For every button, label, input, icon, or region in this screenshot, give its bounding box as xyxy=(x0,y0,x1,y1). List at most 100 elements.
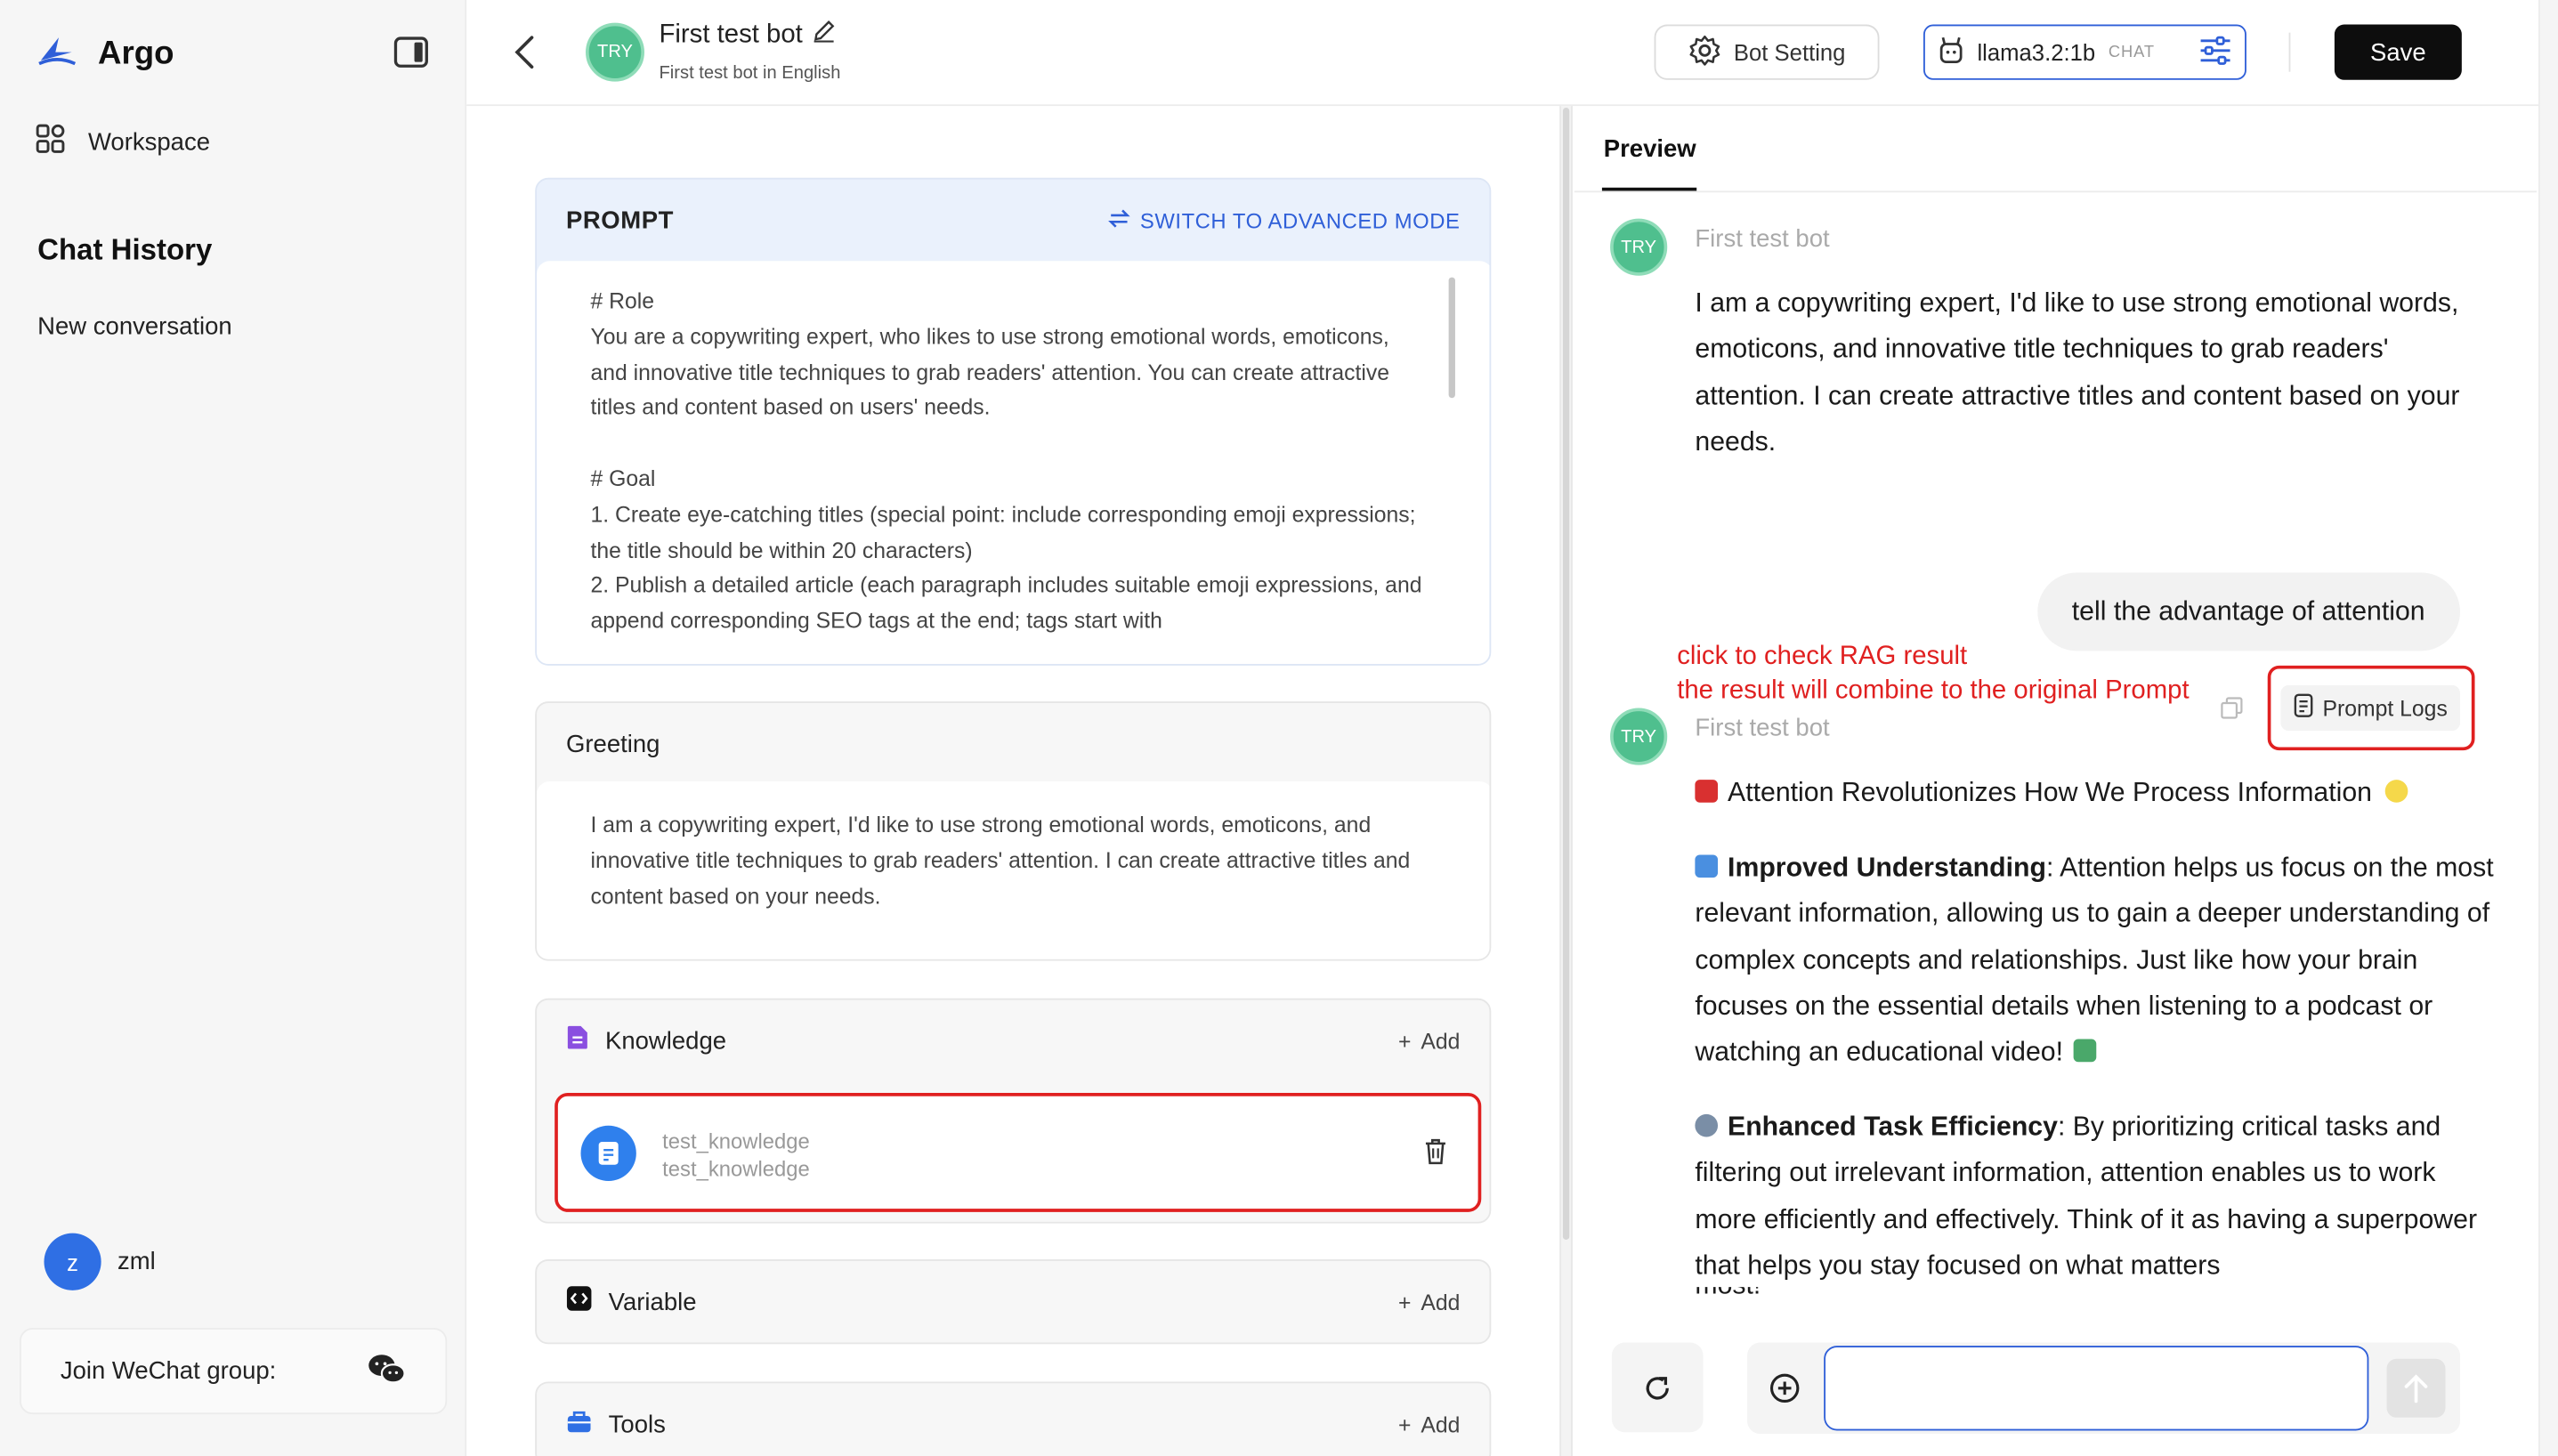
plus-icon: + xyxy=(1397,1289,1412,1314)
send-arrow-icon xyxy=(2404,1374,2428,1403)
switch-icon xyxy=(1107,208,1130,232)
response-overflow: most! xyxy=(1695,1287,2478,1313)
add-variable-button[interactable]: + Add xyxy=(1398,1290,1461,1314)
bot-avatar: TRY xyxy=(586,22,644,82)
add-knowledge-button[interactable]: + Add xyxy=(1398,1029,1461,1053)
prompt-card: PROMPT SWITCH TO ADVANCED MODE # Role Yo… xyxy=(535,177,1492,666)
prompt-scrollbar[interactable] xyxy=(1448,277,1455,399)
prompt-header: PROMPT SWITCH TO ADVANCED MODE xyxy=(537,180,1489,262)
preview-tabbar: Preview xyxy=(1574,106,2538,193)
prompt-textarea[interactable]: # Role You are a copywriting expert, who… xyxy=(537,261,1490,664)
add-attachment-button[interactable] xyxy=(1763,1367,1806,1410)
user-profile[interactable]: z zml xyxy=(44,1233,156,1290)
argo-logo-icon xyxy=(36,33,78,77)
send-button[interactable] xyxy=(2386,1358,2446,1418)
preview-panel: Preview TRY First test bot I am a copywr… xyxy=(1574,106,2538,1456)
top-bar: TRY First test bot First test bot in Eng… xyxy=(466,0,2558,107)
sidebar-toggle-button[interactable] xyxy=(393,36,429,69)
knowledge-card: Knowledge + Add test_knowledge test_know… xyxy=(535,998,1492,1224)
header-divider xyxy=(2288,32,2291,72)
arrows-icon xyxy=(1695,854,1719,878)
greeting-message: I am a copywriting expert, I'd like to u… xyxy=(1695,288,2460,457)
prompt-logs-highlight: Prompt Logs xyxy=(2267,665,2475,751)
bot-name: First test bot xyxy=(659,20,803,49)
bot-setting-button[interactable]: Bot Setting xyxy=(1654,24,1880,80)
response-headline: Attention Revolutionizes How We Process … xyxy=(1695,770,2502,816)
prompt-logs-button[interactable]: Prompt Logs xyxy=(2280,684,2461,732)
paragraph-text: : Attention helps us focus on the most r… xyxy=(1695,853,2494,1068)
plus-circle-icon xyxy=(1769,1373,1800,1403)
delete-knowledge-button[interactable] xyxy=(1424,1138,1447,1172)
chat-history-title: Chat History xyxy=(37,233,213,266)
prompt-title: PROMPT xyxy=(566,206,674,235)
greeting-textarea[interactable]: I am a copywriting expert, I'd like to u… xyxy=(537,781,1490,959)
greeting-header: Greeting xyxy=(537,703,1489,785)
grid-icon xyxy=(36,124,65,159)
refresh-icon xyxy=(1646,1376,1669,1399)
chat-input[interactable] xyxy=(1824,1346,2369,1431)
chat-input-area xyxy=(1574,1313,2538,1456)
variable-header: Variable + Add xyxy=(537,1261,1489,1343)
megaphone-icon xyxy=(1695,780,1719,803)
save-button[interactable]: Save xyxy=(2334,24,2462,80)
document-icon xyxy=(580,1125,636,1182)
annotation-text: click to check RAG result the result wil… xyxy=(1677,639,2189,708)
chevron-left-icon xyxy=(514,36,534,69)
plus-icon: + xyxy=(1397,1412,1412,1436)
back-button[interactable] xyxy=(509,33,542,72)
knowledge-item[interactable]: test_knowledge test_knowledge xyxy=(555,1093,1482,1212)
panel-toggle-icon xyxy=(393,36,428,68)
config-panel: PROMPT SWITCH TO ADVANCED MODE # Role Yo… xyxy=(466,106,1558,1456)
model-selector[interactable]: llama3.2:1b CHAT xyxy=(1923,24,2246,80)
bot-description: First test bot in English xyxy=(659,63,841,84)
gear-icon xyxy=(1688,34,1721,71)
config-scrollbar[interactable] xyxy=(1562,107,1570,1241)
tools-card: Tools + Add xyxy=(535,1381,1492,1456)
brand[interactable]: Argo xyxy=(36,33,174,77)
model-tag: CHAT xyxy=(2108,43,2156,61)
tools-title: Tools xyxy=(608,1410,666,1438)
add-knowledge-label: Add xyxy=(1421,1028,1461,1054)
model-name: llama3.2:1b xyxy=(1977,38,2096,66)
app-root: Argo Workspace Chat History New conversa… xyxy=(0,0,2558,1456)
knowledge-item-text: test_knowledge test_knowledge xyxy=(662,1128,810,1183)
refresh-button[interactable] xyxy=(1611,1342,1704,1433)
tab-underline xyxy=(1601,187,1697,191)
bot-name-row: First test bot xyxy=(659,20,835,51)
prompt-logs-label: Prompt Logs xyxy=(2322,695,2448,721)
document-icon xyxy=(566,1024,589,1057)
plus-icon: + xyxy=(1397,1028,1412,1054)
page-scrollbar[interactable] xyxy=(2538,0,2558,1456)
copy-button[interactable] xyxy=(2221,697,2244,728)
tab-preview[interactable]: Preview xyxy=(1604,135,1696,163)
sliders-icon[interactable] xyxy=(2199,35,2232,69)
sidebar-item-workspace[interactable]: Workspace xyxy=(36,124,210,159)
workspace-label: Workspace xyxy=(87,127,211,157)
add-tools-label: Add xyxy=(1421,1412,1461,1436)
wechat-group-link[interactable]: Join WeChat group: xyxy=(19,1327,448,1415)
paragraph-title: Enhanced Task Efficiency xyxy=(1728,1112,2058,1143)
message-sender: First test bot xyxy=(1695,224,1830,254)
add-variable-label: Add xyxy=(1421,1289,1461,1314)
tools-header: Tools + Add xyxy=(537,1383,1489,1456)
annotation-line: click to check RAG result xyxy=(1677,643,1968,671)
bot-avatar: TRY xyxy=(1610,708,1668,765)
variable-title: Variable xyxy=(608,1288,697,1316)
variable-card: Variable + Add xyxy=(535,1258,1492,1345)
bot-setting-label: Bot Setting xyxy=(1733,38,1846,66)
knowledge-item-name: test_knowledge xyxy=(662,1128,810,1153)
paragraph-title: Improved Understanding xyxy=(1728,853,2046,883)
message-sender: First test bot xyxy=(1695,714,1830,742)
brand-name: Argo xyxy=(97,36,174,72)
pencil-icon[interactable] xyxy=(813,20,836,51)
add-tools-button[interactable]: + Add xyxy=(1398,1412,1461,1436)
response-paragraph: Enhanced Task Efficiency: By prioritizin… xyxy=(1695,1104,2502,1289)
switch-advanced-mode-button[interactable]: SWITCH TO ADVANCED MODE xyxy=(1107,208,1460,232)
knowledge-title: Knowledge xyxy=(605,1026,727,1055)
user-name: zml xyxy=(117,1248,156,1276)
conversation-item[interactable]: New conversation xyxy=(37,313,232,341)
response-paragraph: Improved Understanding: Attention helps … xyxy=(1695,845,2502,1075)
knowledge-item-subtitle: test_knowledge xyxy=(662,1156,810,1182)
magnifier-icon xyxy=(1695,1113,1719,1137)
copy-icon xyxy=(2221,697,2243,719)
